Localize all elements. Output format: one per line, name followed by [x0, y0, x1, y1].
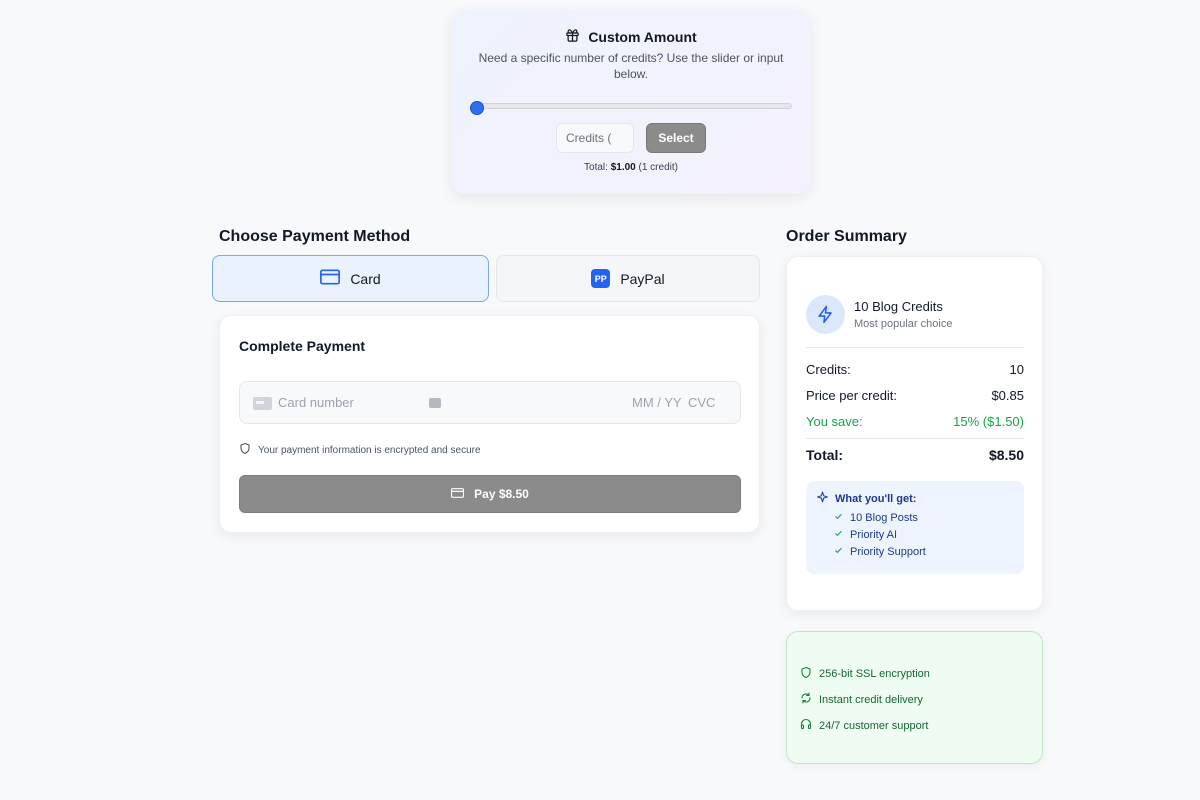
complete-payment-card: Complete Payment Card number MM / YY CVC… — [219, 315, 760, 533]
credits-input[interactable] — [556, 123, 634, 153]
order-summary-heading: Order Summary — [786, 228, 907, 245]
benefits-box: What you'll get: 10 Blog Posts Priority … — [806, 481, 1024, 574]
trust-ssl-label: 256-bit SSL encryption — [819, 668, 930, 680]
shield-icon — [800, 666, 812, 682]
card-cvc-input[interactable]: CVC — [688, 395, 715, 410]
card-autofill-icon — [429, 398, 441, 408]
custom-total-prefix: Total: — [584, 162, 608, 173]
tab-paypal-label: PayPal — [620, 270, 665, 287]
trust-support-label: 24/7 customer support — [819, 719, 929, 732]
trust-item-delivery: Instant credit delivery — [800, 692, 923, 707]
paypal-icon: PP — [591, 269, 611, 288]
benefits-heading-row: What you'll get: — [816, 491, 1014, 507]
secure-note-text: Your payment information is encrypted an… — [258, 444, 481, 456]
summary-row-total: Total: $8.50 — [806, 447, 1024, 463]
lightning-icon — [806, 295, 845, 334]
trust-delivery-label: Instant credit delivery — [819, 693, 923, 706]
credits-slider-track[interactable] — [475, 103, 792, 109]
custom-total: Total: $1.00 (1 credit) — [451, 162, 811, 173]
benefit-item: Priority Support — [834, 546, 1014, 558]
summary-savings-value: 15% ($1.50) — [953, 414, 1024, 429]
credit-card-icon — [320, 269, 341, 288]
summary-row-price: Price per credit: $0.85 — [806, 388, 1024, 403]
benefit-item: 10 Blog Posts — [834, 512, 1014, 524]
trust-item-ssl: 256-bit SSL encryption — [800, 666, 930, 682]
summary-total-value: $8.50 — [988, 447, 1024, 463]
tab-paypal[interactable]: PP PayPal — [496, 255, 760, 302]
secure-payment-note: Your payment information is encrypted an… — [239, 442, 481, 458]
refresh-icon — [800, 692, 812, 707]
benefit-label: Priority Support — [850, 546, 926, 558]
trust-badges-card: 256-bit SSL encryption Instant credit de… — [786, 631, 1043, 764]
summary-divider — [806, 347, 1024, 348]
benefits-heading: What you'll get: — [835, 493, 917, 505]
summary-total-label: Total: — [806, 447, 844, 463]
plan-name: 10 Blog Credits — [854, 299, 943, 314]
card-details-field[interactable]: Card number MM / YY CVC — [239, 381, 741, 424]
sparkle-icon — [816, 491, 829, 507]
pay-button[interactable]: Pay $8.50 — [239, 475, 741, 513]
check-icon — [834, 546, 843, 558]
benefit-label: Priority AI — [850, 529, 898, 541]
order-summary-card: 10 Blog Credits Most popular choice Cred… — [786, 256, 1043, 611]
tab-card-label: Card — [350, 270, 381, 287]
tab-card[interactable]: Card — [212, 255, 489, 302]
credit-card-icon — [451, 487, 465, 501]
benefit-item: Priority AI — [834, 529, 1014, 541]
summary-savings-label: You save: — [806, 414, 863, 429]
select-button[interactable]: Select — [646, 123, 706, 153]
gift-icon — [565, 28, 580, 46]
custom-amount-description: Need a specific number of credits? Use t… — [478, 51, 784, 81]
payment-method-heading: Choose Payment Method — [219, 228, 411, 245]
custom-amount-title: Custom Amount — [588, 29, 697, 45]
pay-button-label: Pay $8.50 — [474, 487, 529, 501]
card-expiry-input[interactable]: MM / YY — [632, 395, 682, 410]
check-icon — [834, 512, 843, 524]
summary-credits-label: Credits: — [806, 362, 851, 377]
plan-subtitle: Most popular choice — [854, 318, 953, 330]
complete-payment-title: Complete Payment — [239, 338, 366, 354]
card-brand-icon — [253, 397, 272, 410]
summary-row-savings: You save: 15% ($1.50) — [806, 414, 1024, 429]
headset-icon — [800, 718, 812, 733]
credits-slider-thumb[interactable] — [470, 101, 484, 115]
summary-credits-value: 10 — [1009, 362, 1024, 377]
custom-amount-card: Custom Amount Need a specific number of … — [451, 10, 811, 194]
custom-amount-title-row: Custom Amount — [451, 28, 811, 46]
custom-total-suffix: (1 credit) — [638, 162, 678, 173]
summary-row-credits: Credits: 10 — [806, 362, 1024, 377]
benefit-label: 10 Blog Posts — [850, 512, 918, 524]
custom-total-amount: $1.00 — [610, 162, 636, 173]
summary-price-value: $0.85 — [991, 388, 1024, 403]
shield-icon — [239, 442, 251, 458]
summary-price-label: Price per credit: — [806, 388, 898, 403]
summary-divider — [806, 438, 1024, 439]
trust-item-support: 24/7 customer support — [800, 718, 928, 733]
card-number-input[interactable]: Card number — [278, 395, 354, 410]
check-icon — [834, 529, 843, 541]
